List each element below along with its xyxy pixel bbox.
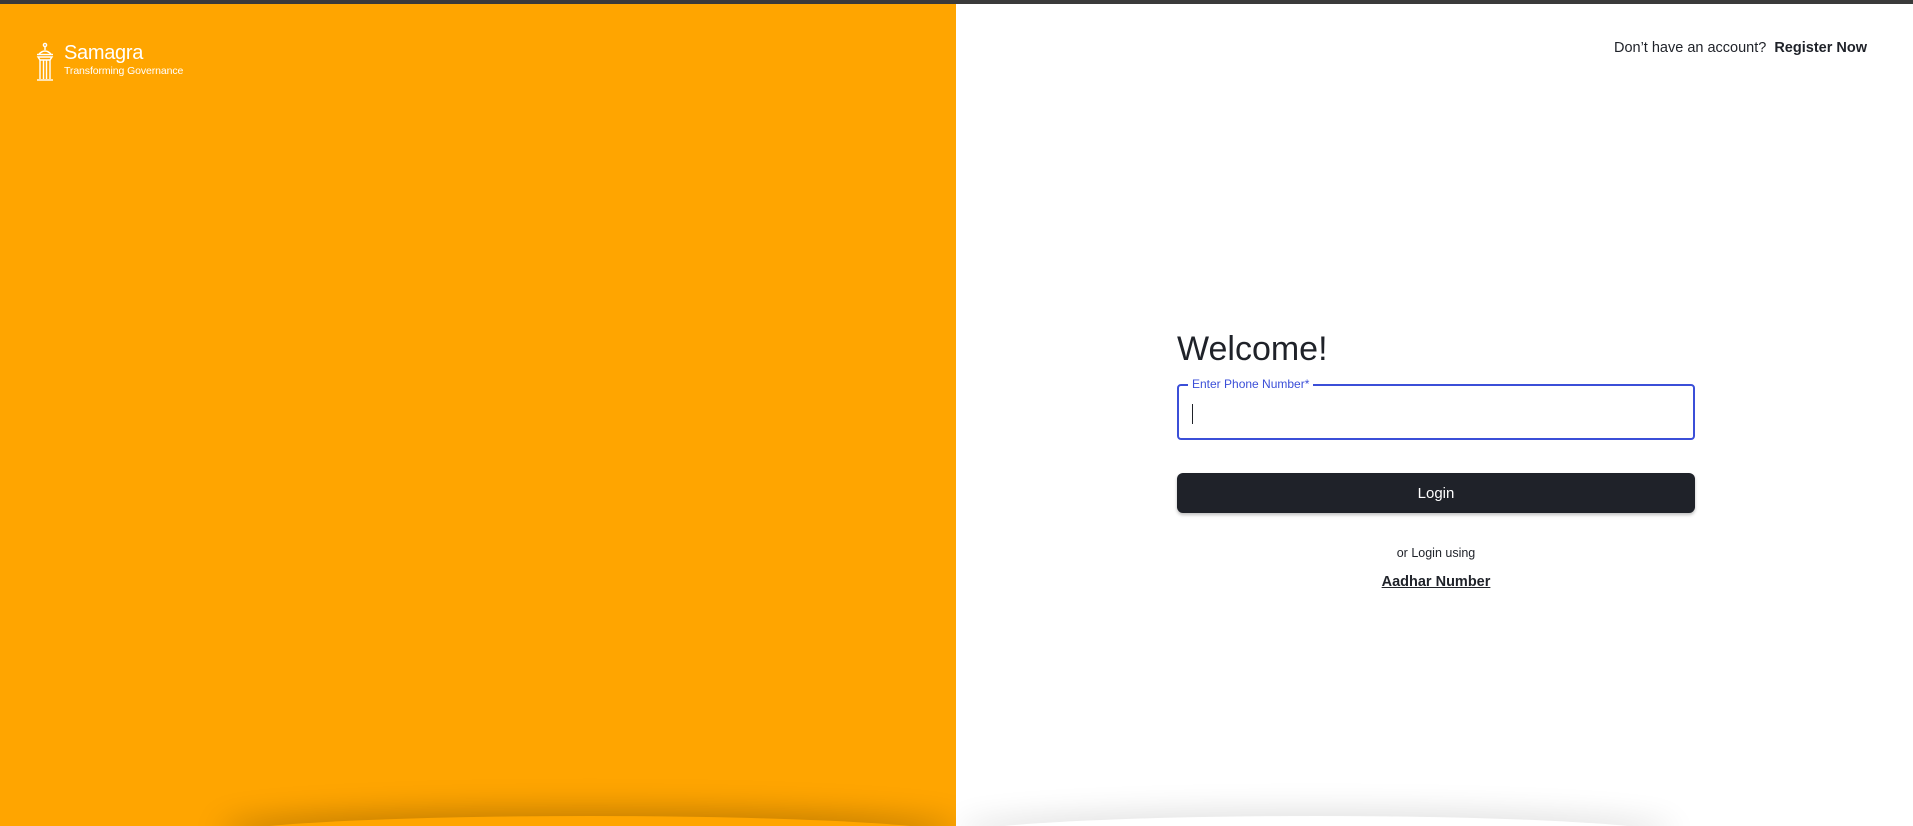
login-panel: Don’t have an account? Register Now Welc…: [956, 4, 1913, 826]
phone-number-field[interactable]: Enter Phone Number*: [1177, 377, 1695, 440]
samagra-pillar-icon: [36, 42, 54, 81]
text-cursor: [1192, 404, 1193, 424]
phone-number-input[interactable]: [1191, 396, 1685, 430]
panel-shadow: [220, 816, 956, 826]
samagra-logo: Samagra Transforming Governance: [34, 42, 183, 82]
brand-tagline: Transforming Governance: [64, 65, 184, 77]
register-prompt-row: Don’t have an account? Register Now: [1614, 40, 1867, 56]
brand-name: Samagra: [64, 42, 144, 64]
phone-number-label: Enter Phone Number*: [1188, 377, 1314, 391]
register-prompt: Don’t have an account?: [1613, 40, 1767, 56]
login-button[interactable]: Login: [1177, 473, 1695, 513]
brand-panel: Samagra Transforming Governance: [0, 4, 956, 826]
required-marker: *: [1304, 377, 1310, 391]
panel-shadow-right: [956, 816, 1676, 826]
login-form: Welcome! Enter Phone Number* Login or Lo…: [1177, 329, 1695, 590]
register-now-link[interactable]: Register Now: [1774, 40, 1867, 56]
aadhar-login-link[interactable]: Aadhar Number: [1177, 574, 1695, 590]
alt-login-text: or Login using: [1396, 546, 1476, 560]
welcome-title: Welcome!: [1177, 330, 1328, 368]
